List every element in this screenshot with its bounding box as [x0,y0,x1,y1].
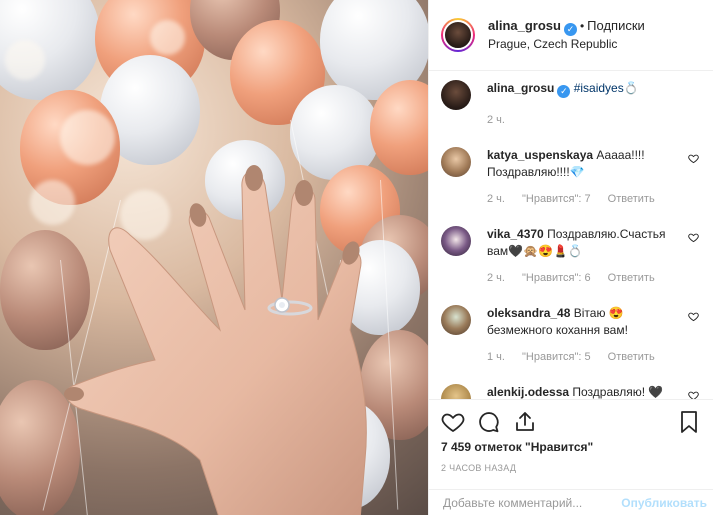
post-actions: 7 459 отметок "Нравится" 2 ЧАСОВ НАЗАД [429,399,713,473]
comment-item: oleksandra_48 Вітаю 😍 безмежного кохання… [441,305,699,366]
follow-button[interactable]: Подписки [587,18,645,33]
comment-like-count[interactable]: "Нравится": 5 [522,351,591,363]
share-icon[interactable] [513,410,537,434]
bokeh-light [150,20,185,55]
comment-composer: Добавьте комментарий... Опубликовать [429,489,713,515]
likes-count[interactable]: 7 459 отметок "Нравится" [441,440,701,454]
post-sidebar: alina_grosu ✓ • Подписки Prague, Czech Repu… [428,0,713,515]
commenter-username[interactable]: vika_4370 [487,227,544,241]
comment-time: 1 ч. [487,351,505,363]
bokeh-light [60,110,115,165]
caption: alina_grosu ✓ #isaidyes💍 2 ч. [441,80,699,129]
commenter-username[interactable]: oleksandra_48 [487,306,570,320]
heart-icon[interactable] [441,410,465,434]
posted-time[interactable]: 2 ЧАСОВ НАЗАД [441,463,701,473]
post-location[interactable]: Prague, Czech Republic [488,36,645,52]
reply-button[interactable]: Ответить [608,193,655,205]
hand-illustration [64,165,367,515]
comment-like-heart-icon[interactable] [688,311,699,322]
comment-time: 2 ч. [487,193,505,205]
caption-username[interactable]: alina_grosu [487,81,554,95]
commenter-avatar[interactable] [441,226,471,256]
comment-text: Поздравляю! 🖤 [572,385,664,399]
author-avatar[interactable] [441,18,475,52]
commenter-username[interactable]: katya_uspenskaya [487,148,593,162]
author-username[interactable]: alina_grosu [488,18,561,33]
comment-input[interactable]: Добавьте комментарий... [443,496,621,510]
comment-item: vika_4370 Поздравляю.Счастья вам🖤🙊😍💄💍 2 … [441,226,699,287]
comment-item: alenkij.odessa Поздравляю! 🖤 [441,384,699,399]
caption-text[interactable]: #isaidyes💍 [574,81,639,95]
verified-badge-icon: ✓ [563,23,577,36]
comments-list[interactable]: alina_grosu ✓ #isaidyes💍 2 ч. katya_uspen… [429,72,713,399]
commenter-avatar[interactable] [441,305,471,335]
bookmark-icon[interactable] [677,410,701,434]
post-photo[interactable] [0,0,428,515]
reply-button[interactable]: Ответить [608,351,655,363]
comment-item: katya_uspenskaya Ааааа!!!! Поздравляю!!!… [441,147,699,208]
commenter-username[interactable]: alenkij.odessa [487,385,569,399]
comment-like-count[interactable]: "Нравится": 6 [522,272,591,284]
hand-with-ring [60,160,390,515]
bokeh-light [5,40,45,80]
comment-time: 2 ч. [487,272,505,284]
separator-dot: • [579,19,585,33]
commenter-avatar[interactable] [441,384,471,399]
commenter-avatar[interactable] [441,147,471,177]
post-header: alina_grosu ✓ • Подписки Prague, Czech Repu… [429,0,713,71]
comment-like-count[interactable]: "Нравится": 7 [522,193,591,205]
comment-like-heart-icon[interactable] [688,390,699,399]
caption-avatar[interactable] [441,80,471,110]
caption-time: 2 ч. [487,114,505,126]
publish-button[interactable]: Опубликовать [621,496,707,510]
reply-button[interactable]: Ответить [608,272,655,284]
comment-icon[interactable] [477,410,501,434]
verified-badge-icon: ✓ [557,85,571,98]
comment-like-heart-icon[interactable] [688,153,699,164]
comment-like-heart-icon[interactable] [688,232,699,243]
